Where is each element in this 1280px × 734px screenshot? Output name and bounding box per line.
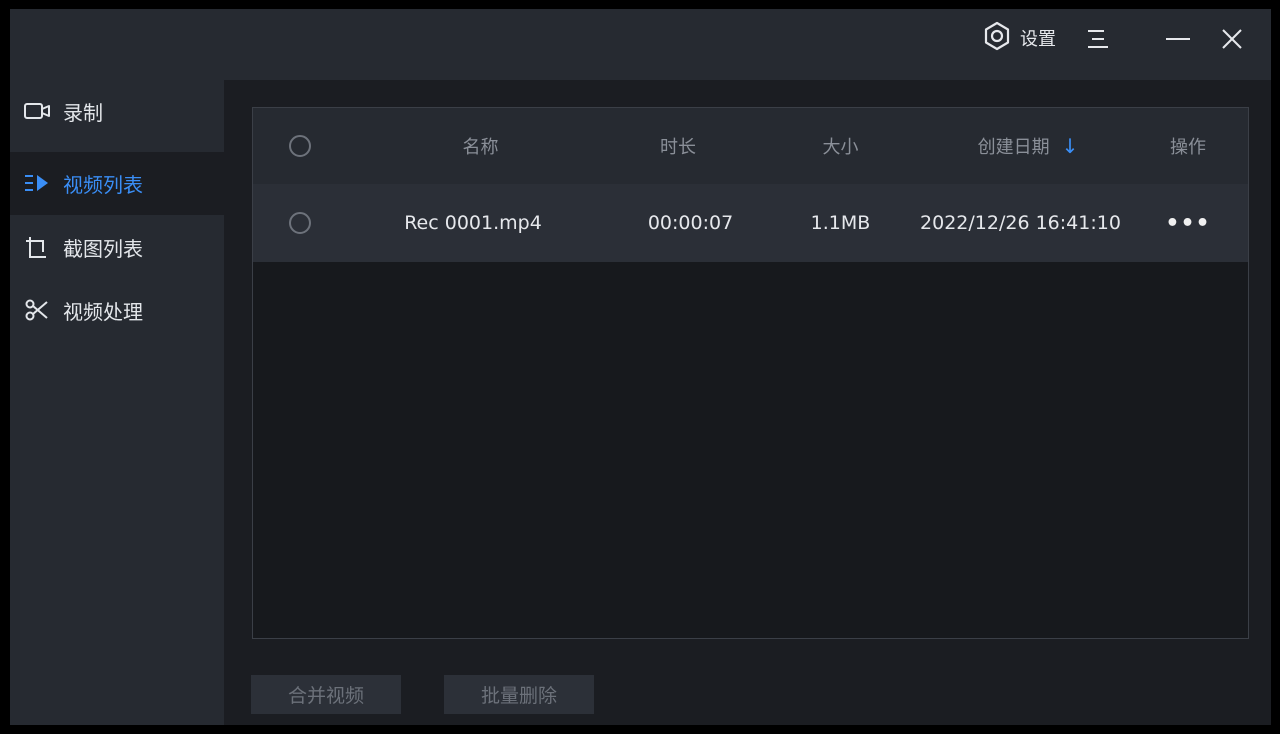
column-header-actions: 操作 bbox=[1170, 137, 1206, 158]
row-name: Rec 0001.mp4 bbox=[404, 212, 542, 234]
settings-label: 设置 bbox=[1020, 29, 1056, 50]
video-table: 名称 时长 大小 创建日期 ↓ 操作 Rec 0001.mp4 00:00:07… bbox=[252, 107, 1249, 639]
video-edit-icon bbox=[23, 298, 51, 322]
batch-delete-button[interactable]: 批量删除 bbox=[444, 675, 594, 714]
sidebar-item-record[interactable]: 录制 bbox=[10, 80, 224, 143]
column-header-duration[interactable]: 时长 bbox=[613, 108, 743, 184]
table-row[interactable]: Rec 0001.mp4 00:00:07 1.1MB 2022/12/26 1… bbox=[253, 184, 1248, 262]
sidebar-item-label: 截图列表 bbox=[63, 237, 143, 261]
more-dots-icon: ••• bbox=[1165, 210, 1211, 236]
sidebar: 录制 视频列表 截图列表 视频处理 bbox=[10, 80, 224, 725]
minimize-icon[interactable] bbox=[1165, 27, 1191, 55]
screenshot-icon bbox=[23, 235, 51, 259]
column-header-size[interactable]: 大小 bbox=[783, 108, 898, 184]
row-size: 1.1MB bbox=[810, 212, 871, 234]
video-list-icon bbox=[23, 171, 51, 195]
sidebar-item-screenshot-list[interactable]: 截图列表 bbox=[10, 216, 224, 279]
hamburger-menu-icon[interactable] bbox=[1086, 27, 1110, 55]
row-select-radio[interactable] bbox=[289, 212, 311, 234]
column-header-name[interactable]: 名称 bbox=[403, 108, 558, 184]
column-header-created-label: 创建日期 bbox=[977, 137, 1050, 158]
camera-icon bbox=[23, 99, 51, 123]
title-bar: 设置 bbox=[10, 9, 1271, 80]
column-header-created[interactable]: 创建日期 ↓ bbox=[948, 108, 1108, 184]
table-header: 名称 时长 大小 创建日期 ↓ 操作 bbox=[253, 108, 1248, 184]
close-icon[interactable] bbox=[1220, 27, 1244, 55]
gear-ring-icon bbox=[982, 21, 1012, 55]
sidebar-item-label: 录制 bbox=[63, 101, 103, 125]
select-all-radio[interactable] bbox=[289, 135, 311, 157]
row-select-cell bbox=[275, 184, 325, 262]
sidebar-item-video-list[interactable]: 视频列表 bbox=[10, 152, 224, 215]
main-content: 名称 时长 大小 创建日期 ↓ 操作 Rec 0001.mp4 00:00:07… bbox=[224, 80, 1271, 725]
sort-arrow-down-icon[interactable]: ↓ bbox=[1062, 134, 1079, 158]
row-duration: 00:00:07 bbox=[647, 212, 734, 234]
merge-videos-button[interactable]: 合并视频 bbox=[251, 675, 401, 714]
row-more-actions-button[interactable]: ••• bbox=[1148, 184, 1228, 262]
app-window: 设置 录制 视频列表 截图列表 视频处理 名称 时长 大小 创建日期 ↓ 操作 … bbox=[10, 9, 1271, 725]
settings-button[interactable]: 设置 bbox=[982, 21, 1056, 55]
row-created-date: 2022/12/26 16:41:10 bbox=[920, 212, 1121, 234]
sidebar-item-label: 视频处理 bbox=[63, 300, 143, 324]
sidebar-item-video-processing[interactable]: 视频处理 bbox=[10, 279, 224, 342]
sidebar-item-label: 视频列表 bbox=[63, 173, 143, 197]
select-all-cell bbox=[275, 108, 325, 184]
